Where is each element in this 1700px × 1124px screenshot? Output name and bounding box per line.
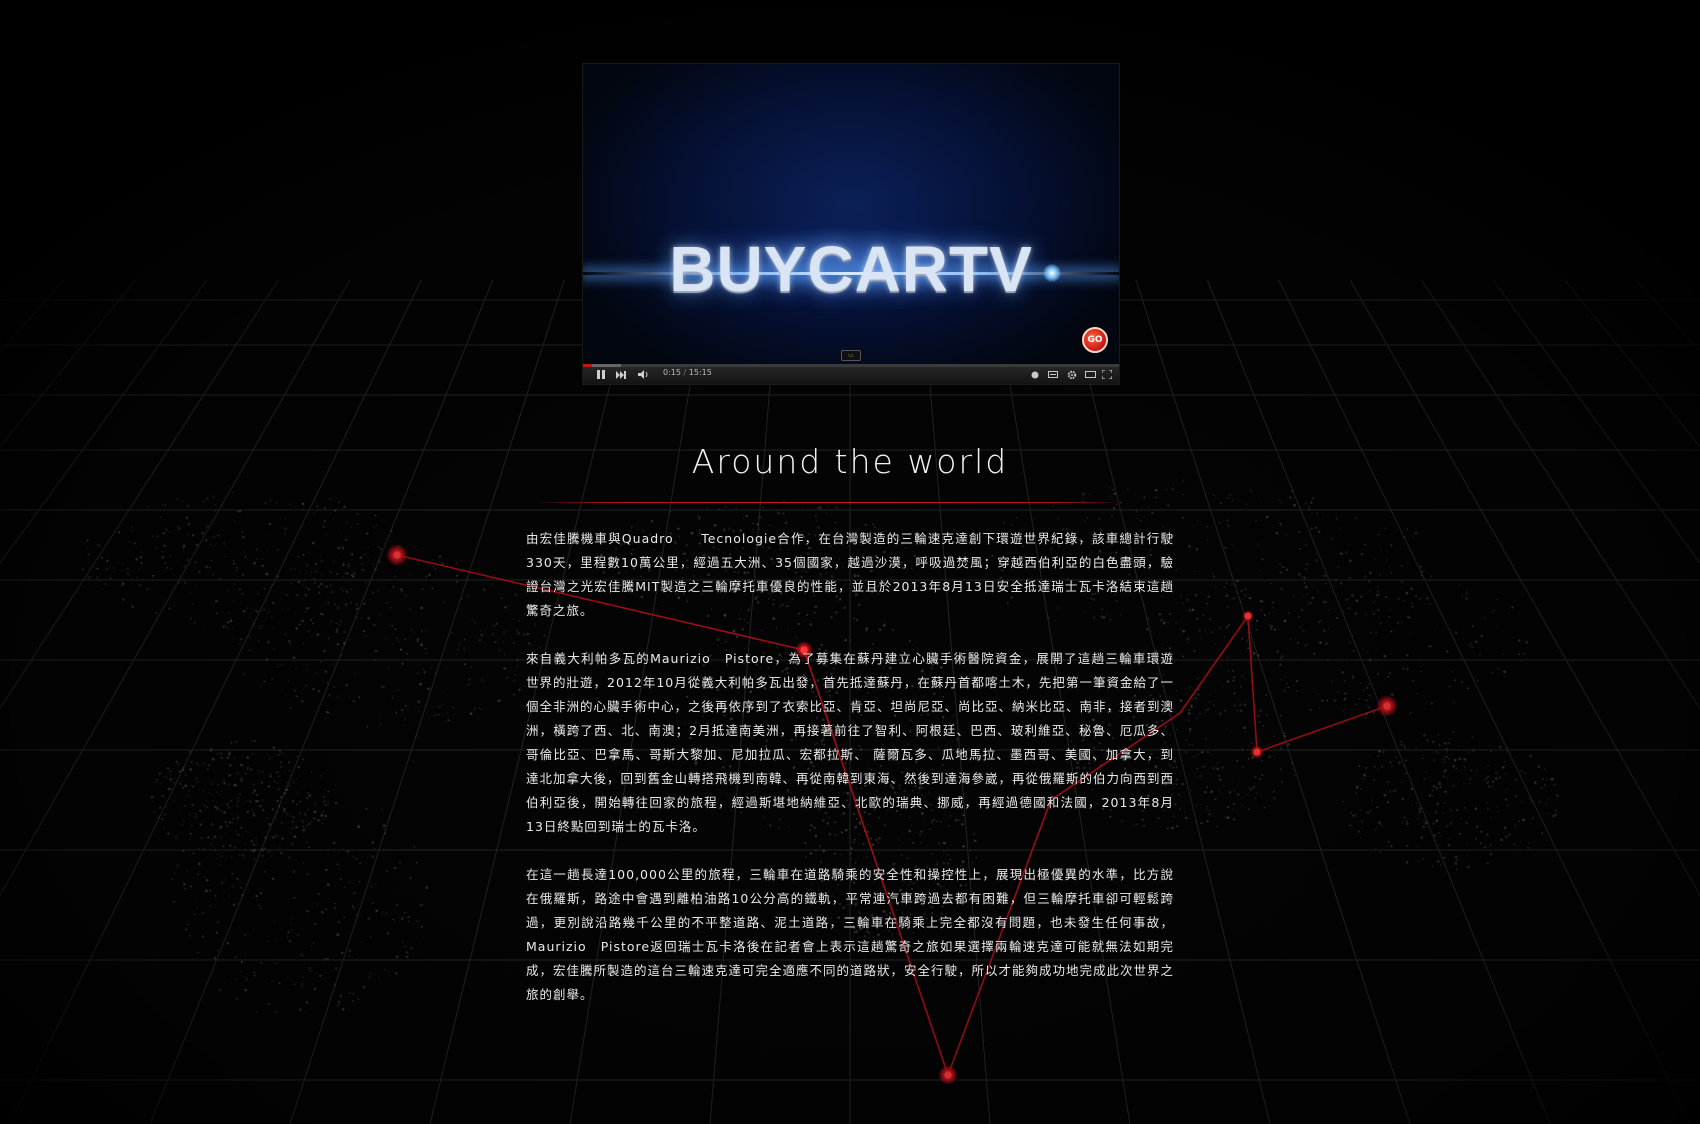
video-logo-text: BUYCARTV xyxy=(669,233,1033,305)
article-paragraph-1: 由宏佳騰機車與Quadro Tecnologie合作，在台灣製造的三輪速克達創下… xyxy=(526,531,1174,618)
time-current: 0:15 xyxy=(663,368,681,377)
theater-mode-icon[interactable] xyxy=(1083,369,1097,380)
progress-played xyxy=(583,364,592,367)
channel-badge: GO xyxy=(1082,327,1108,353)
pause-icon[interactable] xyxy=(595,369,607,380)
info-icon[interactable] xyxy=(1029,369,1041,380)
annotation-icon[interactable]: ▭ xyxy=(841,350,861,361)
video-frame[interactable] xyxy=(583,64,1119,364)
lens-flare xyxy=(1043,264,1061,282)
gear-icon[interactable] xyxy=(1065,369,1079,380)
article-paragraph-2: 來自義大利帕多瓦的Maurizio Pistore，為了募集在蘇丹建立心臟手術醫… xyxy=(526,651,1175,834)
next-icon[interactable] xyxy=(615,369,627,380)
article-body: 由宏佳騰機車與Quadro Tecnologie合作，在台灣製造的三輪速克達創下… xyxy=(526,527,1174,1031)
progress-bar[interactable] xyxy=(583,364,1119,367)
article-paragraph-3: 在這一趟長達100,000公里的旅程，三輪車在道路騎乘的安全性和操控性上，展現出… xyxy=(526,867,1175,1002)
captions-icon[interactable] xyxy=(1046,369,1060,380)
video-controls: 0:15 / 15:15 xyxy=(583,364,1119,384)
time-total: 15:15 xyxy=(688,368,712,377)
title-divider xyxy=(535,502,1125,503)
fullscreen-icon[interactable] xyxy=(1100,369,1114,380)
section-title: Around the world xyxy=(691,442,1009,481)
video-player[interactable]: BUYCARTV GO ▭ 0:15 / 15:15 xyxy=(582,63,1120,385)
volume-icon[interactable] xyxy=(637,369,651,380)
time-display: 0:15 / 15:15 xyxy=(663,368,712,377)
time-separator: / xyxy=(683,368,687,377)
